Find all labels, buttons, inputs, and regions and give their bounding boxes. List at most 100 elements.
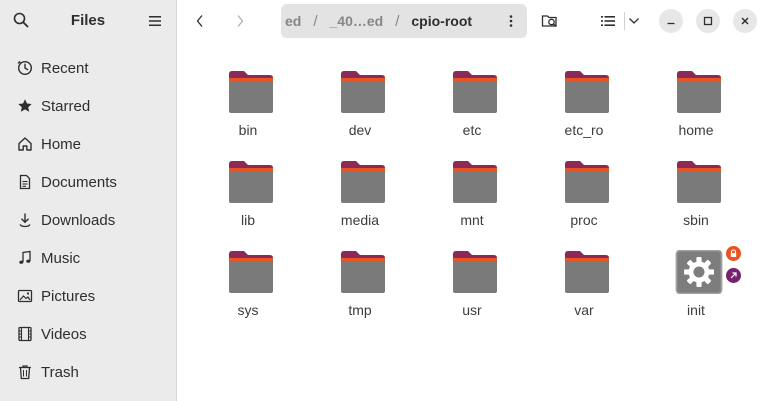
folder-item[interactable]: bin bbox=[192, 52, 304, 140]
video-icon bbox=[16, 325, 34, 343]
maximize-button[interactable] bbox=[696, 9, 720, 33]
minimize-button[interactable] bbox=[659, 9, 683, 33]
sidebar-item-label: Downloads bbox=[41, 211, 116, 229]
path-segment-current[interactable]: cpio-root bbox=[411, 13, 472, 29]
sidebar-item-home[interactable]: Home bbox=[0, 125, 176, 163]
folder-icon bbox=[341, 71, 385, 113]
sidebar-item-label: Recent bbox=[41, 59, 89, 77]
folder-item[interactable]: tmp bbox=[304, 232, 416, 320]
hamburger-icon bbox=[149, 16, 161, 26]
item-label: dev bbox=[348, 122, 372, 138]
item-label: init bbox=[687, 302, 705, 318]
home-icon bbox=[16, 135, 34, 153]
folder-item[interactable]: sbin bbox=[640, 142, 752, 230]
sidebar-item-videos[interactable]: Videos bbox=[0, 315, 176, 353]
folder-icon bbox=[677, 161, 721, 203]
sidebar-item-label: Documents bbox=[41, 173, 117, 191]
file-item[interactable]: init bbox=[640, 232, 752, 320]
path-segment[interactable]: _40…ed bbox=[330, 13, 384, 29]
chevron-left-icon bbox=[196, 15, 203, 27]
item-label: proc bbox=[570, 212, 598, 228]
folder-item[interactable]: etc_ro bbox=[528, 52, 640, 140]
folder-item[interactable]: etc bbox=[416, 52, 528, 140]
list-view-icon bbox=[601, 16, 615, 26]
item-label: media bbox=[340, 212, 380, 228]
item-label: tmp bbox=[348, 302, 372, 318]
folder-icon bbox=[453, 161, 497, 203]
folder-search-icon bbox=[541, 15, 557, 28]
sidebar-item-recent[interactable]: Recent bbox=[0, 49, 176, 87]
folder-item[interactable]: media bbox=[304, 142, 416, 230]
document-icon bbox=[16, 173, 34, 191]
item-label: var bbox=[574, 302, 594, 318]
sidebar-item-label: Music bbox=[41, 249, 81, 267]
trash-icon bbox=[16, 363, 34, 381]
minimize-icon bbox=[667, 22, 675, 25]
sidebar: Files Recent Starred Home Documents Down… bbox=[0, 0, 177, 401]
view-options-button[interactable] bbox=[622, 6, 646, 36]
folder-icon bbox=[453, 71, 497, 113]
sidebar-item-music[interactable]: Music bbox=[0, 239, 176, 277]
item-label: sbin bbox=[683, 212, 709, 228]
main-menu-button[interactable] bbox=[146, 12, 164, 30]
close-icon bbox=[741, 17, 749, 25]
forward-button[interactable] bbox=[225, 6, 255, 36]
music-icon bbox=[16, 249, 34, 267]
symlink-emblem-icon bbox=[726, 268, 741, 283]
item-label: bin bbox=[238, 122, 258, 138]
close-button[interactable] bbox=[733, 9, 757, 33]
chevron-right-icon bbox=[237, 15, 244, 27]
lock-emblem-icon bbox=[726, 246, 741, 261]
sidebar-item-trash[interactable]: Trash bbox=[0, 353, 176, 391]
folder-item[interactable]: mnt bbox=[416, 142, 528, 230]
folder-item[interactable]: var bbox=[528, 232, 640, 320]
back-button[interactable] bbox=[185, 6, 215, 36]
maximize-icon bbox=[703, 16, 713, 26]
item-label: home bbox=[678, 122, 714, 138]
places-list: Recent Starred Home Documents Downloads bbox=[0, 49, 176, 391]
sidebar-item-label: Starred bbox=[41, 97, 91, 115]
folder-item[interactable]: sys bbox=[192, 232, 304, 320]
clock-icon bbox=[16, 59, 34, 77]
item-label: etc bbox=[462, 122, 482, 138]
path-separator: / bbox=[395, 12, 400, 30]
executable-gear-icon bbox=[675, 250, 723, 294]
picture-icon bbox=[16, 287, 34, 305]
item-label: etc_ro bbox=[564, 122, 604, 138]
folder-icon bbox=[341, 161, 385, 203]
file-grid: bin dev etc etc_ro home lib media mnt proc sbin sy… bbox=[178, 52, 764, 401]
folder-icon bbox=[565, 161, 609, 203]
folder-item[interactable]: dev bbox=[304, 52, 416, 140]
path-segment[interactable]: ed bbox=[285, 13, 301, 29]
path-menu-button[interactable] bbox=[509, 14, 513, 28]
folder-icon bbox=[565, 71, 609, 113]
folder-icon bbox=[229, 71, 273, 113]
folder-item[interactable]: usr bbox=[416, 232, 528, 320]
item-label: lib bbox=[240, 212, 255, 228]
search-folder-button[interactable] bbox=[535, 6, 565, 36]
sidebar-item-downloads[interactable]: Downloads bbox=[0, 201, 176, 239]
sidebar-item-label: Home bbox=[41, 135, 82, 153]
folder-icon bbox=[565, 251, 609, 293]
path-bar: ed / _40…ed / cpio-root bbox=[281, 4, 527, 38]
view-list-button[interactable] bbox=[593, 6, 623, 36]
download-icon bbox=[16, 211, 34, 229]
folder-icon bbox=[677, 71, 721, 113]
sidebar-item-label: Trash bbox=[41, 363, 79, 381]
folder-icon bbox=[229, 161, 273, 203]
folder-item[interactable]: lib bbox=[192, 142, 304, 230]
item-label: sys bbox=[237, 302, 259, 318]
sidebar-item-label: Pictures bbox=[41, 287, 96, 305]
folder-item[interactable]: proc bbox=[528, 142, 640, 230]
item-label: mnt bbox=[460, 212, 484, 228]
sidebar-item-label: Videos bbox=[41, 325, 87, 343]
folder-item[interactable]: home bbox=[640, 52, 752, 140]
sidebar-item-documents[interactable]: Documents bbox=[0, 163, 176, 201]
chevron-down-icon bbox=[629, 18, 639, 24]
vertical-dots-icon bbox=[509, 15, 513, 27]
sidebar-item-starred[interactable]: Starred bbox=[0, 87, 176, 125]
sidebar-item-pictures[interactable]: Pictures bbox=[0, 277, 176, 315]
folder-icon bbox=[229, 251, 273, 293]
star-icon bbox=[16, 97, 34, 115]
sidebar-header: Files bbox=[0, 0, 176, 42]
